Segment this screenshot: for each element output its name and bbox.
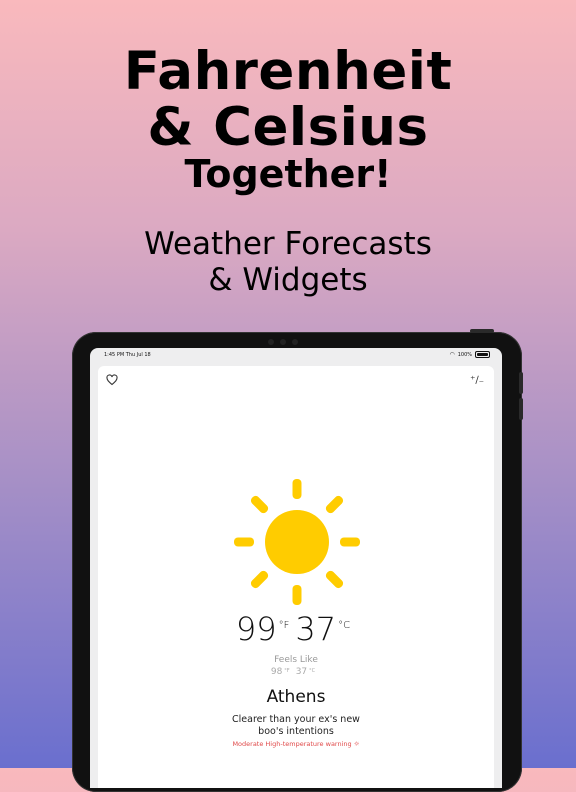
feels-unit-celsius: °C bbox=[309, 668, 316, 674]
subheadline: Weather Forecasts & Widgets bbox=[0, 226, 576, 298]
plus-minus-icon[interactable]: ⁺∕₋ bbox=[470, 375, 484, 386]
feels-like-values: 98 °F 37 °C bbox=[98, 667, 494, 677]
weather-warning[interactable]: Moderate High-temperature warning ☼ bbox=[98, 740, 494, 748]
current-temperature: 99 °F 37 °C bbox=[98, 610, 494, 648]
tablet-top-button bbox=[470, 329, 494, 333]
tablet-screen: 1:45 PM Thu Jul 18 ◠ 100% ⁺∕₋ 99 °F 37 °… bbox=[90, 348, 502, 788]
feels-unit-fahrenheit: °F bbox=[284, 668, 290, 674]
description-line2: boo's intentions bbox=[258, 726, 334, 737]
sun-icon bbox=[234, 479, 360, 605]
status-right: ◠ 100% bbox=[449, 351, 490, 358]
headline: Fahrenheit & Celsius bbox=[0, 44, 576, 156]
temp-celsius: 37 bbox=[295, 610, 337, 648]
description-line1: Clearer than your ex's new bbox=[232, 714, 360, 725]
tablet-volume-up-button bbox=[519, 372, 523, 394]
unit-fahrenheit: °F bbox=[278, 620, 290, 631]
feels-fahrenheit: 98 bbox=[270, 667, 283, 677]
tablet-camera bbox=[266, 338, 306, 346]
weather-description: Clearer than your ex's new boo's intenti… bbox=[98, 714, 494, 738]
status-time: 1:45 PM Thu Jul 18 bbox=[104, 352, 151, 358]
heart-icon[interactable] bbox=[106, 374, 118, 386]
city-name: Athens bbox=[266, 687, 326, 707]
wifi-icon: ◠ bbox=[449, 350, 455, 358]
unit-celsius: °C bbox=[338, 620, 351, 631]
subheadline-line1: Weather Forecasts bbox=[144, 226, 432, 262]
headline-line3: Together! bbox=[184, 152, 392, 196]
headline-line2: & Celsius bbox=[147, 97, 429, 158]
battery-icon bbox=[475, 351, 490, 358]
headline-line1: Fahrenheit bbox=[123, 41, 453, 102]
battery-percent: 100% bbox=[457, 351, 472, 358]
feels-celsius: 37 bbox=[295, 667, 308, 677]
heat-icon: ☼ bbox=[353, 740, 360, 748]
tablet-volume-down-button bbox=[519, 398, 523, 420]
warning-text: Moderate High-temperature warning bbox=[232, 740, 352, 748]
subheadline-line2: & Widgets bbox=[208, 262, 368, 298]
status-bar: 1:45 PM Thu Jul 18 ◠ 100% bbox=[90, 348, 502, 362]
weather-card: ⁺∕₋ 99 °F 37 °C Feels Like 98 °F 37 °C Athens … bbox=[98, 366, 494, 788]
temp-fahrenheit: 99 bbox=[235, 610, 277, 648]
feels-like-label: Feels Like bbox=[274, 655, 318, 665]
